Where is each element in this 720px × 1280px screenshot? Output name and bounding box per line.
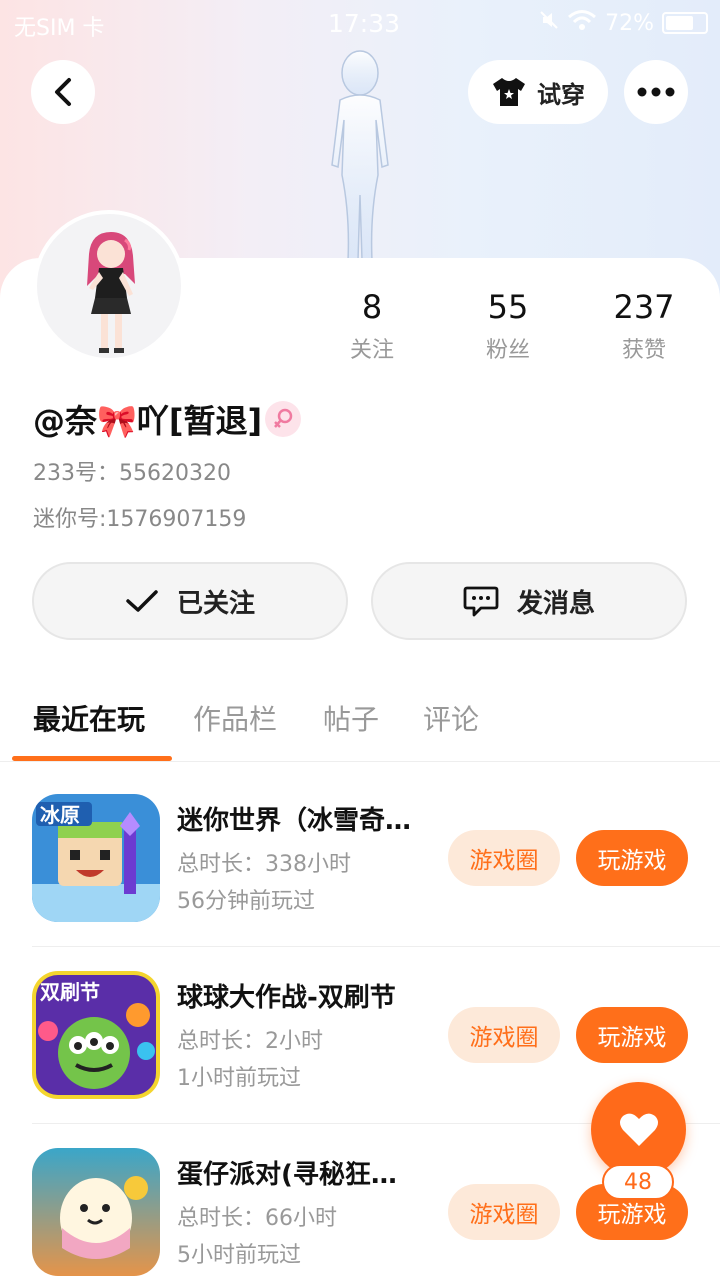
stat-following[interactable]: 8 关注 bbox=[302, 288, 442, 364]
game-circle-button[interactable]: 游戏圈 bbox=[448, 1007, 560, 1063]
profile-stats: 8 关注 55 粉丝 237 获赞 bbox=[300, 288, 720, 368]
followed-button[interactable]: 已关注 bbox=[32, 562, 348, 640]
tshirt-icon bbox=[493, 78, 525, 106]
game-title: 球球大作战-双刷节 bbox=[177, 983, 396, 1013]
play-game-button[interactable]: 玩游戏 bbox=[576, 830, 688, 886]
like-button[interactable] bbox=[591, 1082, 686, 1177]
tab-works[interactable]: 作品栏 bbox=[193, 698, 277, 738]
followed-label: 已关注 bbox=[176, 588, 255, 619]
stat-value: 237 bbox=[613, 288, 675, 326]
user-name: @奈🎀吖[暂退] bbox=[33, 402, 263, 440]
stat-value: 8 bbox=[361, 288, 383, 326]
chevron-left-icon bbox=[55, 78, 71, 106]
stat-likes[interactable]: 237 获赞 bbox=[574, 288, 714, 364]
battery-icon bbox=[662, 12, 708, 34]
user-id-233: 233号：55620320 bbox=[33, 461, 231, 486]
check-icon bbox=[126, 590, 158, 612]
tab-comments[interactable]: 评论 bbox=[423, 698, 479, 738]
try-on-button[interactable]: 试穿 bbox=[468, 60, 608, 124]
game-icon-mini-world[interactable]: 冰原 bbox=[32, 794, 160, 922]
game-last-played: 1小时前玩过 bbox=[177, 1066, 301, 1091]
game-icon-badge-text: 双刷节 bbox=[40, 980, 100, 1004]
game-icon-ball-battle[interactable]: 双刷节 bbox=[32, 971, 160, 1099]
list-divider bbox=[32, 946, 720, 947]
game-last-played: 5小时前玩过 bbox=[177, 1243, 301, 1268]
send-message-button[interactable]: 发消息 bbox=[371, 562, 687, 640]
play-game-button[interactable]: 玩游戏 bbox=[576, 1007, 688, 1063]
heart-icon bbox=[619, 1113, 658, 1146]
game-duration: 总时长：338小时 bbox=[177, 852, 351, 877]
game-last-played: 56分钟前玩过 bbox=[177, 889, 315, 914]
wifi-icon bbox=[567, 9, 597, 37]
status-bar: 无SIM 卡 17:33 72% bbox=[0, 0, 720, 50]
like-count-badge: 48 bbox=[602, 1164, 674, 1200]
avatar-silhouette bbox=[331, 50, 389, 261]
game-title: 蛋仔派对(寻秘狂… bbox=[177, 1160, 397, 1190]
list-item[interactable]: 冰原 迷你世界（冰雪奇… 总时长：338小时 56分钟前玩过 游戏圈 玩游戏 bbox=[0, 794, 720, 970]
stat-label: 获赞 bbox=[621, 338, 666, 363]
mute-icon bbox=[539, 10, 559, 36]
try-on-label: 试穿 bbox=[537, 80, 585, 109]
send-message-label: 发消息 bbox=[516, 588, 595, 619]
game-title: 迷你世界（冰雪奇… bbox=[177, 806, 412, 836]
more-dots-icon bbox=[637, 87, 675, 97]
stat-label: 粉丝 bbox=[485, 338, 530, 363]
battery-percent: 72% bbox=[605, 10, 654, 36]
avatar[interactable] bbox=[33, 210, 185, 362]
profile-tabs: 最近在玩 作品栏 帖子 评论 bbox=[0, 690, 720, 762]
game-icon-badge-text: 冰原 bbox=[40, 804, 80, 827]
stat-followers[interactable]: 55 粉丝 bbox=[438, 288, 578, 364]
chat-bubble-icon bbox=[463, 586, 499, 617]
game-circle-button[interactable]: 游戏圈 bbox=[448, 830, 560, 886]
game-duration: 总时长：66小时 bbox=[177, 1206, 337, 1231]
back-button[interactable] bbox=[31, 60, 95, 124]
tab-recently-played[interactable]: 最近在玩 bbox=[33, 698, 145, 738]
avatar-character-image bbox=[87, 232, 135, 353]
clock: 17:33 bbox=[328, 9, 401, 38]
tab-posts[interactable]: 帖子 bbox=[323, 698, 379, 738]
game-duration: 总时长：2小时 bbox=[177, 1029, 323, 1054]
stat-value: 55 bbox=[487, 288, 529, 326]
stat-label: 关注 bbox=[349, 338, 394, 363]
game-icon-eggy-party[interactable] bbox=[32, 1148, 160, 1276]
carrier-label: 无SIM 卡 bbox=[14, 16, 105, 41]
more-button[interactable] bbox=[624, 60, 688, 124]
user-id-mini: 迷你号:1576907159 bbox=[33, 507, 247, 532]
active-tab-indicator bbox=[12, 756, 172, 761]
female-gender-icon bbox=[265, 401, 301, 437]
game-circle-button[interactable]: 游戏圈 bbox=[448, 1184, 560, 1240]
status-icons: 72% bbox=[539, 9, 708, 37]
